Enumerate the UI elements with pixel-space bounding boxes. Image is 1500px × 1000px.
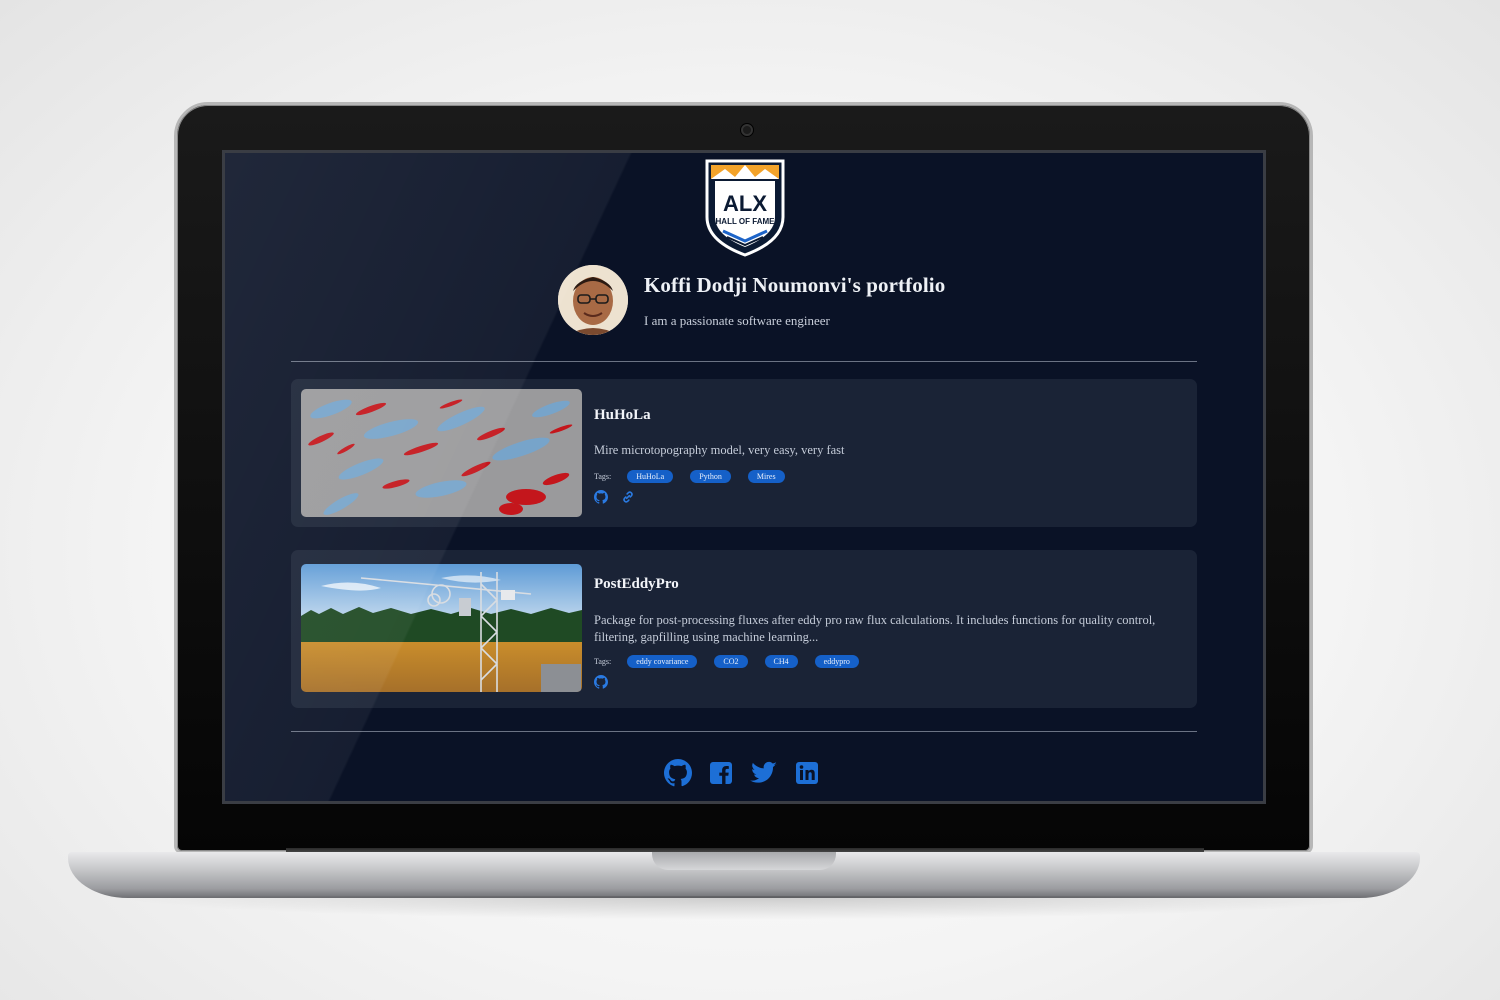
- alx-hall-of-fame-logo: ALX HALL OF FAME: [705, 159, 785, 257]
- project-body: PostEddyPro Package for post-processing …: [594, 576, 1177, 689]
- tag-list: Tags: eddy covariance CO2 CH4 eddypro: [594, 654, 1177, 668]
- project-links: [594, 490, 1177, 504]
- tag-badge[interactable]: HuHoLa: [627, 469, 674, 483]
- avatar: [558, 265, 628, 335]
- profile-header: Koffi Dodji Noumonvi's portfolio I am a …: [558, 265, 978, 335]
- tag-badge[interactable]: Python: [690, 469, 731, 483]
- project-card-posteddypro[interactable]: PostEddyPro Package for post-processing …: [291, 550, 1197, 708]
- tag-badge[interactable]: CO2: [714, 654, 748, 668]
- tag-list: Tags: HuHoLa Python Mires: [594, 469, 1177, 483]
- github-icon[interactable]: [594, 675, 608, 689]
- github-icon[interactable]: [664, 759, 692, 787]
- tags-label: Tags:: [594, 471, 612, 481]
- webcam: [741, 124, 753, 136]
- project-description: Mire microtopography model, very easy, v…: [594, 443, 845, 457]
- linkedin-icon[interactable]: [793, 759, 821, 787]
- page-subtitle: I am a passionate software engineer: [644, 313, 830, 328]
- project-card-huhola[interactable]: HuHoLa Mire microtopography model, very …: [291, 379, 1197, 527]
- tag-badge[interactable]: CH4: [764, 654, 798, 668]
- tag-badge[interactable]: Mires: [747, 469, 785, 483]
- logo-text-hall-of-fame: HALL OF FAME: [716, 217, 776, 226]
- tag-badge[interactable]: eddypro: [814, 654, 859, 668]
- github-icon[interactable]: [594, 490, 608, 504]
- twitter-icon[interactable]: [750, 759, 778, 787]
- project-title[interactable]: HuHoLa: [594, 407, 1177, 424]
- divider: [291, 731, 1197, 732]
- project-description: Package for post-processing fluxes after…: [594, 613, 1156, 644]
- project-body: HuHoLa Mire microtopography model, very …: [594, 407, 1177, 504]
- tags-label: Tags:: [594, 656, 612, 666]
- facebook-icon[interactable]: [707, 759, 735, 787]
- logo-text-alx: ALX: [723, 191, 767, 216]
- project-title[interactable]: PostEddyPro: [594, 576, 1177, 593]
- project-image-posteddypro[interactable]: [301, 564, 582, 692]
- laptop-shadow: [110, 896, 1390, 920]
- project-links: [594, 675, 1177, 689]
- link-icon[interactable]: [621, 490, 635, 504]
- divider: [291, 361, 1197, 362]
- social-links: [664, 759, 836, 787]
- laptop-opening-notch: [652, 852, 836, 870]
- project-image-huhola[interactable]: [301, 389, 582, 517]
- page-title: Koffi Dodji Noumonvi's portfolio: [644, 273, 946, 297]
- tag-badge[interactable]: eddy covariance: [627, 654, 698, 668]
- portfolio-screen: ALX HALL OF FAME Koffi Dodji Noumonvi's …: [222, 150, 1266, 804]
